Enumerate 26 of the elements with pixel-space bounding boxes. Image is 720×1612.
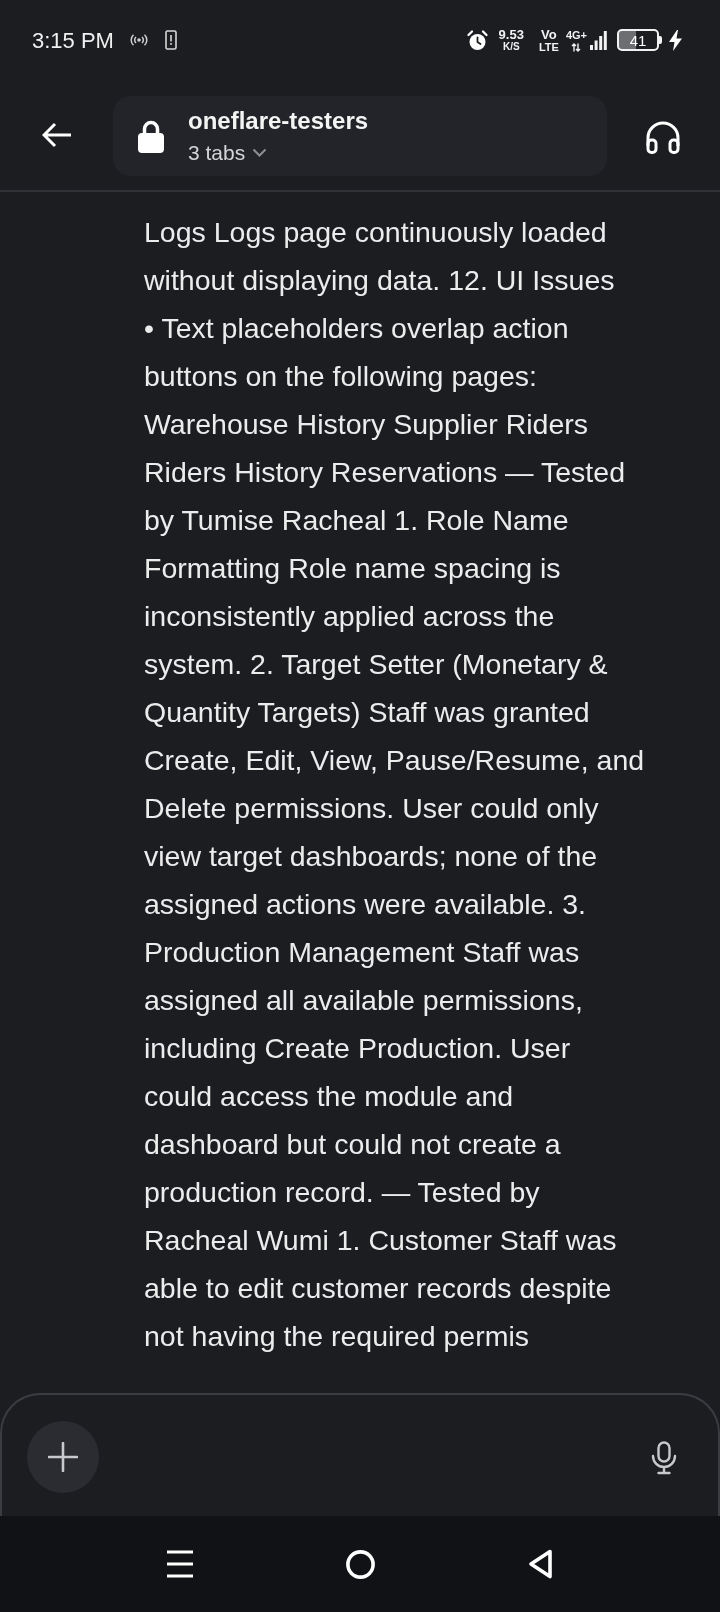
clock-time: 3:15 PM (32, 26, 114, 55)
alarm-clock-icon (466, 29, 488, 51)
channel-title: oneflare-testers (188, 107, 369, 136)
message-text: Logs Logs page continuously loaded without displaying data. 12. UI Issues • Text placeholders overlap action buttons on the following pages: Warehouse History Supplier Riders Riders History Reservations — Tested by Tumise Racheal 1. Role Name Formatting Role name spacing is inconsistently applied across the system. 2. Target Setter (Monetary & Quantity Targets) Staff was granted Create, Edit, View, Pause/Resume, and Delete permissions. User could only view target dashboards; none of the assigned actions were available. 3. Production Management Staff was assigned all available permissions, including Create Production. User could access the module and dashboard but could not create a production record. — Tested by Racheal Wumi 1. Customer Staff was able to edit customer records despite not having the required permis (144, 215, 646, 1354)
charging-bolt-icon (669, 29, 682, 51)
back-arrow-icon[interactable] (42, 122, 72, 148)
plus-icon (48, 1442, 78, 1472)
channel-header[interactable]: oneflare-testers 3 tabs (113, 96, 607, 176)
nav-back-icon[interactable] (527, 1549, 553, 1579)
chevron-down-icon (252, 147, 268, 157)
network-speed-text: 9.53 (498, 28, 524, 41)
recent-apps-icon[interactable] (167, 1550, 193, 1578)
broadcast-icon (129, 34, 148, 46)
home-icon[interactable] (345, 1549, 375, 1579)
microphone-icon[interactable] (650, 1441, 678, 1475)
lock-icon (137, 119, 165, 153)
headphones-icon[interactable] (645, 120, 681, 154)
volte-label: Vo (541, 27, 557, 41)
network-type-text: 4G+ (565, 29, 587, 41)
data-arrows-icon (571, 42, 582, 52)
tab-count-text: 3 tabs (188, 139, 246, 165)
lte-label: LTE (538, 41, 559, 53)
signal-bars-icon (590, 30, 607, 50)
battery-percent-text: 41 (629, 32, 647, 48)
network-speed-unit: K/S (502, 42, 520, 52)
phone-alert-icon (164, 30, 177, 50)
